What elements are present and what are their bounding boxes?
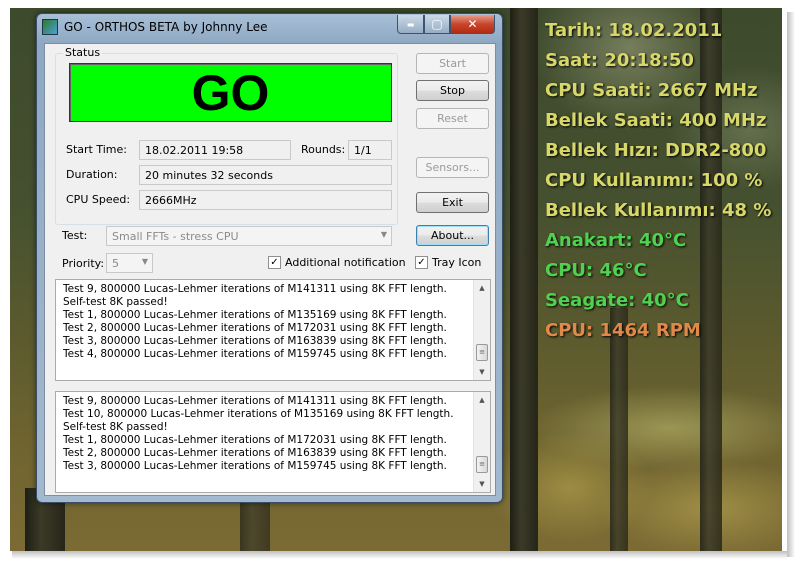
test-select[interactable]: Small FFTs - stress CPU ▼: [106, 226, 392, 246]
overlay-line: Bellek Saati: 400 MHz: [545, 110, 767, 131]
title-bar[interactable]: GO - ORTHOS BETA by Johnny Lee ▬ ▢ ✕: [37, 14, 502, 40]
overlay-line: CPU: 46°C: [545, 260, 647, 281]
screenshot-shadow: [787, 12, 795, 557]
minimize-button[interactable]: ▬: [397, 15, 424, 34]
log-scrollbar[interactable]: ▲ ≡ ▼: [473, 280, 490, 380]
priority-select-value: 5: [112, 257, 119, 270]
duration-label: Duration:: [66, 168, 118, 181]
overlay-line: Bellek Kullanımı: 48 %: [545, 200, 772, 221]
scroll-up-icon[interactable]: ▲: [474, 392, 490, 408]
window-title: GO - ORTHOS BETA by Johnny Lee: [64, 20, 268, 34]
tray-icon-checkbox[interactable]: ✓ Tray Icon: [415, 256, 481, 269]
maximize-button[interactable]: ▢: [424, 15, 450, 34]
overlay-line: Bellek Hızı: DDR2-800: [545, 140, 767, 161]
log-line: Test 3, 800000 Lucas-Lehmer iterations o…: [63, 460, 447, 472]
log-line: Test 1, 800000 Lucas-Lehmer iterations o…: [63, 434, 447, 446]
log-line: Test 9, 800000 Lucas-Lehmer iterations o…: [63, 283, 447, 295]
duration-field: 20 minutes 32 seconds: [139, 165, 392, 185]
log-lines: Test 9, 800000 Lucas-Lehmer iterations o…: [63, 283, 472, 361]
log-line: Test 2, 800000 Lucas-Lehmer iterations o…: [63, 447, 447, 459]
stop-button[interactable]: Stop: [416, 80, 489, 101]
status-group: Status GO Start Time: 18.02.2011 19:58 R…: [55, 46, 398, 225]
tree-trunk: [510, 8, 538, 551]
overlay-line: CPU: 1464 RPM: [545, 320, 701, 341]
minimize-icon: ▬: [406, 19, 415, 29]
checkmark-icon: ✓: [268, 256, 281, 269]
log-line: Test 2, 800000 Lucas-Lehmer iterations o…: [63, 322, 447, 334]
log-panel-secondary[interactable]: Test 9, 800000 Lucas-Lehmer iterations o…: [55, 391, 491, 493]
start-time-field: 18.02.2011 19:58: [139, 140, 291, 160]
start-button[interactable]: Start: [416, 53, 489, 74]
cpu-speed-field: 2666MHz: [139, 190, 392, 210]
close-button[interactable]: ✕: [450, 15, 495, 34]
log-line: Test 3, 800000 Lucas-Lehmer iterations o…: [63, 335, 447, 347]
tree-trunk: [240, 498, 270, 551]
tree-trunk: [610, 308, 628, 551]
log-line: Test 1, 800000 Lucas-Lehmer iterations o…: [63, 309, 447, 321]
checkmark-icon: ✓: [415, 256, 428, 269]
chevron-down-icon: ▼: [141, 257, 148, 266]
scroll-down-icon[interactable]: ▼: [474, 364, 490, 380]
log-line: Test 10, 800000 Lucas-Lehmer iterations …: [63, 408, 454, 420]
scroll-thumb[interactable]: ≡: [476, 344, 488, 361]
rounds-label: Rounds:: [301, 143, 346, 156]
overlay-line: Tarih: 18.02.2011: [545, 20, 723, 41]
priority-select[interactable]: 5 ▼: [106, 253, 153, 273]
screenshot-shadow: [12, 551, 787, 559]
status-group-label: Status: [63, 46, 103, 59]
tray-icon-label: Tray Icon: [432, 256, 482, 269]
additional-notification-label: Additional notification: [285, 256, 406, 269]
close-icon: ✕: [467, 17, 478, 31]
test-label: Test:: [62, 229, 88, 242]
scroll-thumb[interactable]: ≡: [476, 456, 488, 473]
priority-label: Priority:: [62, 257, 105, 270]
test-select-value: Small FFTs - stress CPU: [112, 230, 239, 243]
chevron-down-icon: ▼: [380, 230, 387, 239]
go-indicator: GO: [69, 63, 392, 122]
additional-notification-checkbox[interactable]: ✓ Additional notification: [268, 256, 406, 269]
log-line: Self-test 8K passed!: [63, 421, 168, 433]
maximize-icon: ▢: [431, 17, 443, 31]
app-icon[interactable]: [42, 19, 58, 35]
scroll-up-icon[interactable]: ▲: [474, 280, 490, 296]
about-button[interactable]: About...: [416, 225, 489, 246]
overlay-line: CPU Kullanımı: 100 %: [545, 170, 763, 191]
orthos-window: GO - ORTHOS BETA by Johnny Lee ▬ ▢ ✕ Sta…: [36, 13, 503, 503]
log-lines: Test 9, 800000 Lucas-Lehmer iterations o…: [63, 395, 472, 473]
overlay-line: Saat: 20:18:50: [545, 50, 694, 71]
sensors-button[interactable]: Sensors...: [416, 157, 489, 178]
exit-button[interactable]: Exit: [416, 192, 489, 213]
log-scrollbar[interactable]: ▲ ≡ ▼: [473, 392, 490, 492]
cpu-speed-label: CPU Speed:: [66, 193, 131, 206]
overlay-line: Anakart: 40°C: [545, 230, 687, 251]
log-panel-primary[interactable]: Test 9, 800000 Lucas-Lehmer iterations o…: [55, 279, 491, 381]
log-line: Test 9, 800000 Lucas-Lehmer iterations o…: [63, 395, 447, 407]
start-time-label: Start Time:: [66, 143, 127, 156]
window-client: Status GO Start Time: 18.02.2011 19:58 R…: [44, 43, 496, 496]
log-line: Self-test 8K passed!: [63, 296, 168, 308]
reset-button[interactable]: Reset: [416, 108, 489, 129]
overlay-line: Seagate: 40°C: [545, 290, 689, 311]
scroll-down-icon[interactable]: ▼: [474, 476, 490, 492]
rounds-field: 1/1: [348, 140, 392, 160]
log-line: Test 4, 800000 Lucas-Lehmer iterations o…: [63, 348, 447, 360]
overlay-line: CPU Saati: 2667 MHz: [545, 80, 758, 101]
